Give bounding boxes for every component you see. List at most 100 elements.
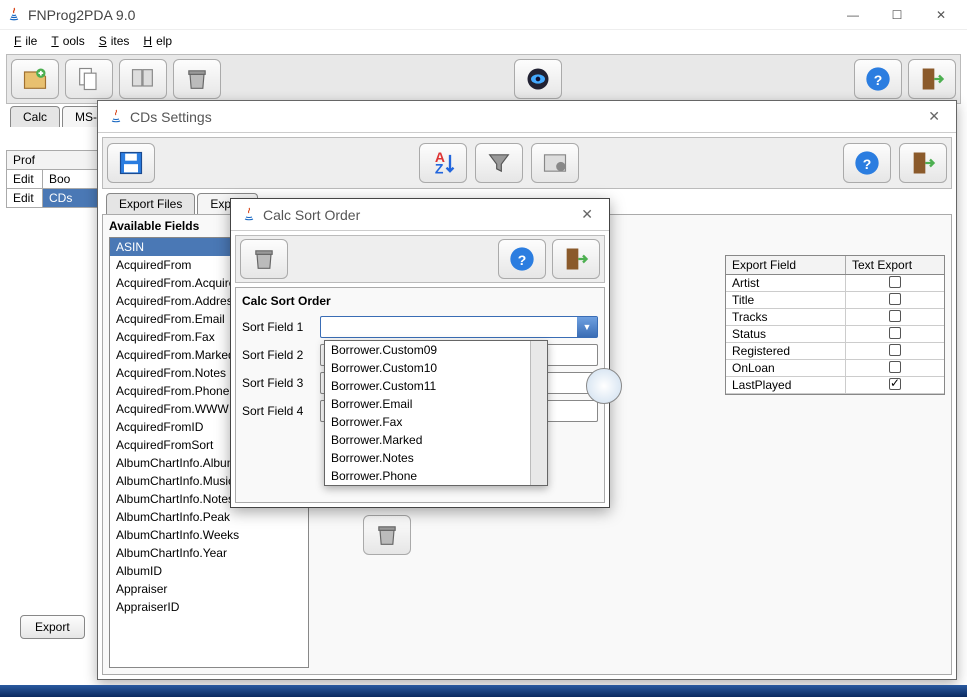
menubar: File Tools Sites Help — [0, 30, 967, 52]
help-button[interactable]: ? — [854, 59, 902, 99]
table-row[interactable]: Tracks — [726, 309, 944, 326]
dropdown-item[interactable]: Borrower.Notes — [325, 449, 547, 467]
export-button[interactable]: Export — [20, 615, 85, 639]
checkbox[interactable] — [889, 310, 901, 322]
edit-button[interactable]: Edit — [7, 189, 43, 207]
taskbar — [0, 685, 967, 697]
table-row[interactable]: Registered — [726, 343, 944, 360]
cell-val: Boo — [43, 170, 76, 188]
main-titlebar: FNProg2PDA 9.0 — ☐ ✕ — [0, 0, 967, 30]
dropdown-item[interactable]: Borrower.Phone — [325, 467, 547, 485]
exit-button[interactable] — [908, 59, 956, 99]
maximize-button[interactable]: ☐ — [875, 1, 919, 29]
sort-title: Calc Sort Order — [263, 207, 573, 223]
table-row[interactable]: Title — [726, 292, 944, 309]
close-icon[interactable]: ✕ — [920, 104, 948, 129]
list-item[interactable]: AppraiserID — [110, 598, 308, 616]
close-icon[interactable]: ✕ — [573, 202, 601, 227]
dropdown-item[interactable]: Borrower.Custom09 — [325, 341, 547, 359]
menu-file[interactable]: File — [6, 32, 41, 50]
dropdown-item[interactable]: Borrower.Fax — [325, 413, 547, 431]
java-icon — [6, 7, 22, 23]
save-button[interactable] — [107, 143, 155, 183]
field-name: LastPlayed — [726, 377, 846, 393]
exit-button[interactable] — [899, 143, 947, 183]
cds-title: CDs Settings — [130, 109, 920, 125]
field-name: Tracks — [726, 309, 846, 325]
table-row[interactable]: Artist — [726, 275, 944, 292]
java-icon — [108, 109, 124, 125]
dropdown-item[interactable]: Borrower.Marked — [325, 431, 547, 449]
tab-export-files[interactable]: Export Files — [106, 193, 195, 214]
filter-button[interactable] — [475, 143, 523, 183]
paste-button[interactable] — [119, 59, 167, 99]
java-icon — [241, 207, 257, 223]
dropdown-item[interactable]: Borrower.Email — [325, 395, 547, 413]
view-button[interactable] — [514, 59, 562, 99]
settings-button[interactable] — [531, 143, 579, 183]
sort-field-1-combo[interactable]: ▼ — [320, 316, 598, 338]
table-row[interactable]: LastPlayed — [726, 377, 944, 394]
field-name: Artist — [726, 275, 846, 291]
menu-help[interactable]: Help — [135, 32, 176, 50]
grid-header: Prof — [6, 150, 101, 170]
cds-titlebar: CDs Settings ✕ — [98, 101, 956, 133]
col-text-export: Text Export — [846, 256, 918, 274]
list-item[interactable]: AlbumChartInfo.Weeks — [110, 526, 308, 544]
checkbox[interactable] — [889, 378, 901, 390]
grid-row[interactable]: Edit Boo — [6, 170, 101, 189]
table-row[interactable]: OnLoan — [726, 360, 944, 377]
add-sort-button[interactable] — [586, 368, 622, 404]
menu-tools[interactable]: Tools — [43, 32, 88, 50]
export-fields-table: Export Field Text Export ArtistTitleTrac… — [725, 255, 945, 395]
sort-field-1-dropdown[interactable]: Borrower.Custom09Borrower.Custom10Borrow… — [324, 340, 548, 486]
svg-text:?: ? — [874, 72, 883, 88]
table-row[interactable]: Status — [726, 326, 944, 343]
svg-text:?: ? — [863, 156, 872, 172]
edit-button[interactable]: Edit — [7, 170, 43, 188]
help-button[interactable]: ? — [498, 239, 546, 279]
sort-field-4-label: Sort Field 4 — [242, 404, 312, 418]
list-item[interactable]: AlbumChartInfo.Peak — [110, 508, 308, 526]
main-toolbar: ? — [6, 54, 961, 104]
field-name: OnLoan — [726, 360, 846, 376]
sort-titlebar: Calc Sort Order ✕ — [231, 199, 609, 231]
checkbox[interactable] — [889, 327, 901, 339]
remove-field-button[interactable] — [363, 515, 411, 555]
sort-toolbar: ? — [235, 235, 605, 283]
new-button[interactable] — [11, 59, 59, 99]
exit-button[interactable] — [552, 239, 600, 279]
menu-sites[interactable]: Sites — [91, 32, 134, 50]
cell-val: CDs — [43, 189, 78, 207]
sort-group-label: Calc Sort Order — [242, 294, 598, 308]
svg-text:?: ? — [518, 252, 527, 268]
profile-grid: Prof Edit Boo Edit CDs — [6, 150, 101, 208]
grid-row-selected[interactable]: Edit CDs — [6, 189, 101, 208]
clear-button[interactable] — [240, 239, 288, 279]
tab-calc[interactable]: Calc — [10, 106, 60, 127]
checkbox[interactable] — [889, 276, 901, 288]
cds-toolbar: AZ ? — [102, 137, 952, 189]
field-name: Status — [726, 326, 846, 342]
sort-az-button[interactable]: AZ — [419, 143, 467, 183]
checkbox[interactable] — [889, 361, 901, 373]
dropdown-item[interactable]: Borrower.Custom11 — [325, 377, 547, 395]
close-button[interactable]: ✕ — [919, 1, 963, 29]
checkbox[interactable] — [889, 344, 901, 356]
list-item[interactable]: Appraiser — [110, 580, 308, 598]
available-fields-label: Available Fields — [109, 219, 199, 233]
sort-field-1-label: Sort Field 1 — [242, 320, 312, 334]
app-title: FNProg2PDA 9.0 — [28, 7, 831, 23]
list-item[interactable]: AlbumID — [110, 562, 308, 580]
delete-button[interactable] — [173, 59, 221, 99]
dropdown-item[interactable]: Borrower.Custom10 — [325, 359, 547, 377]
help-button[interactable]: ? — [843, 143, 891, 183]
field-name: Title — [726, 292, 846, 308]
checkbox[interactable] — [889, 293, 901, 305]
sort-field-2-label: Sort Field 2 — [242, 348, 312, 362]
minimize-button[interactable]: — — [831, 1, 875, 29]
copy-button[interactable] — [65, 59, 113, 99]
list-item[interactable]: AlbumChartInfo.Year — [110, 544, 308, 562]
col-export-field: Export Field — [726, 256, 846, 274]
chevron-down-icon[interactable]: ▼ — [577, 317, 597, 337]
